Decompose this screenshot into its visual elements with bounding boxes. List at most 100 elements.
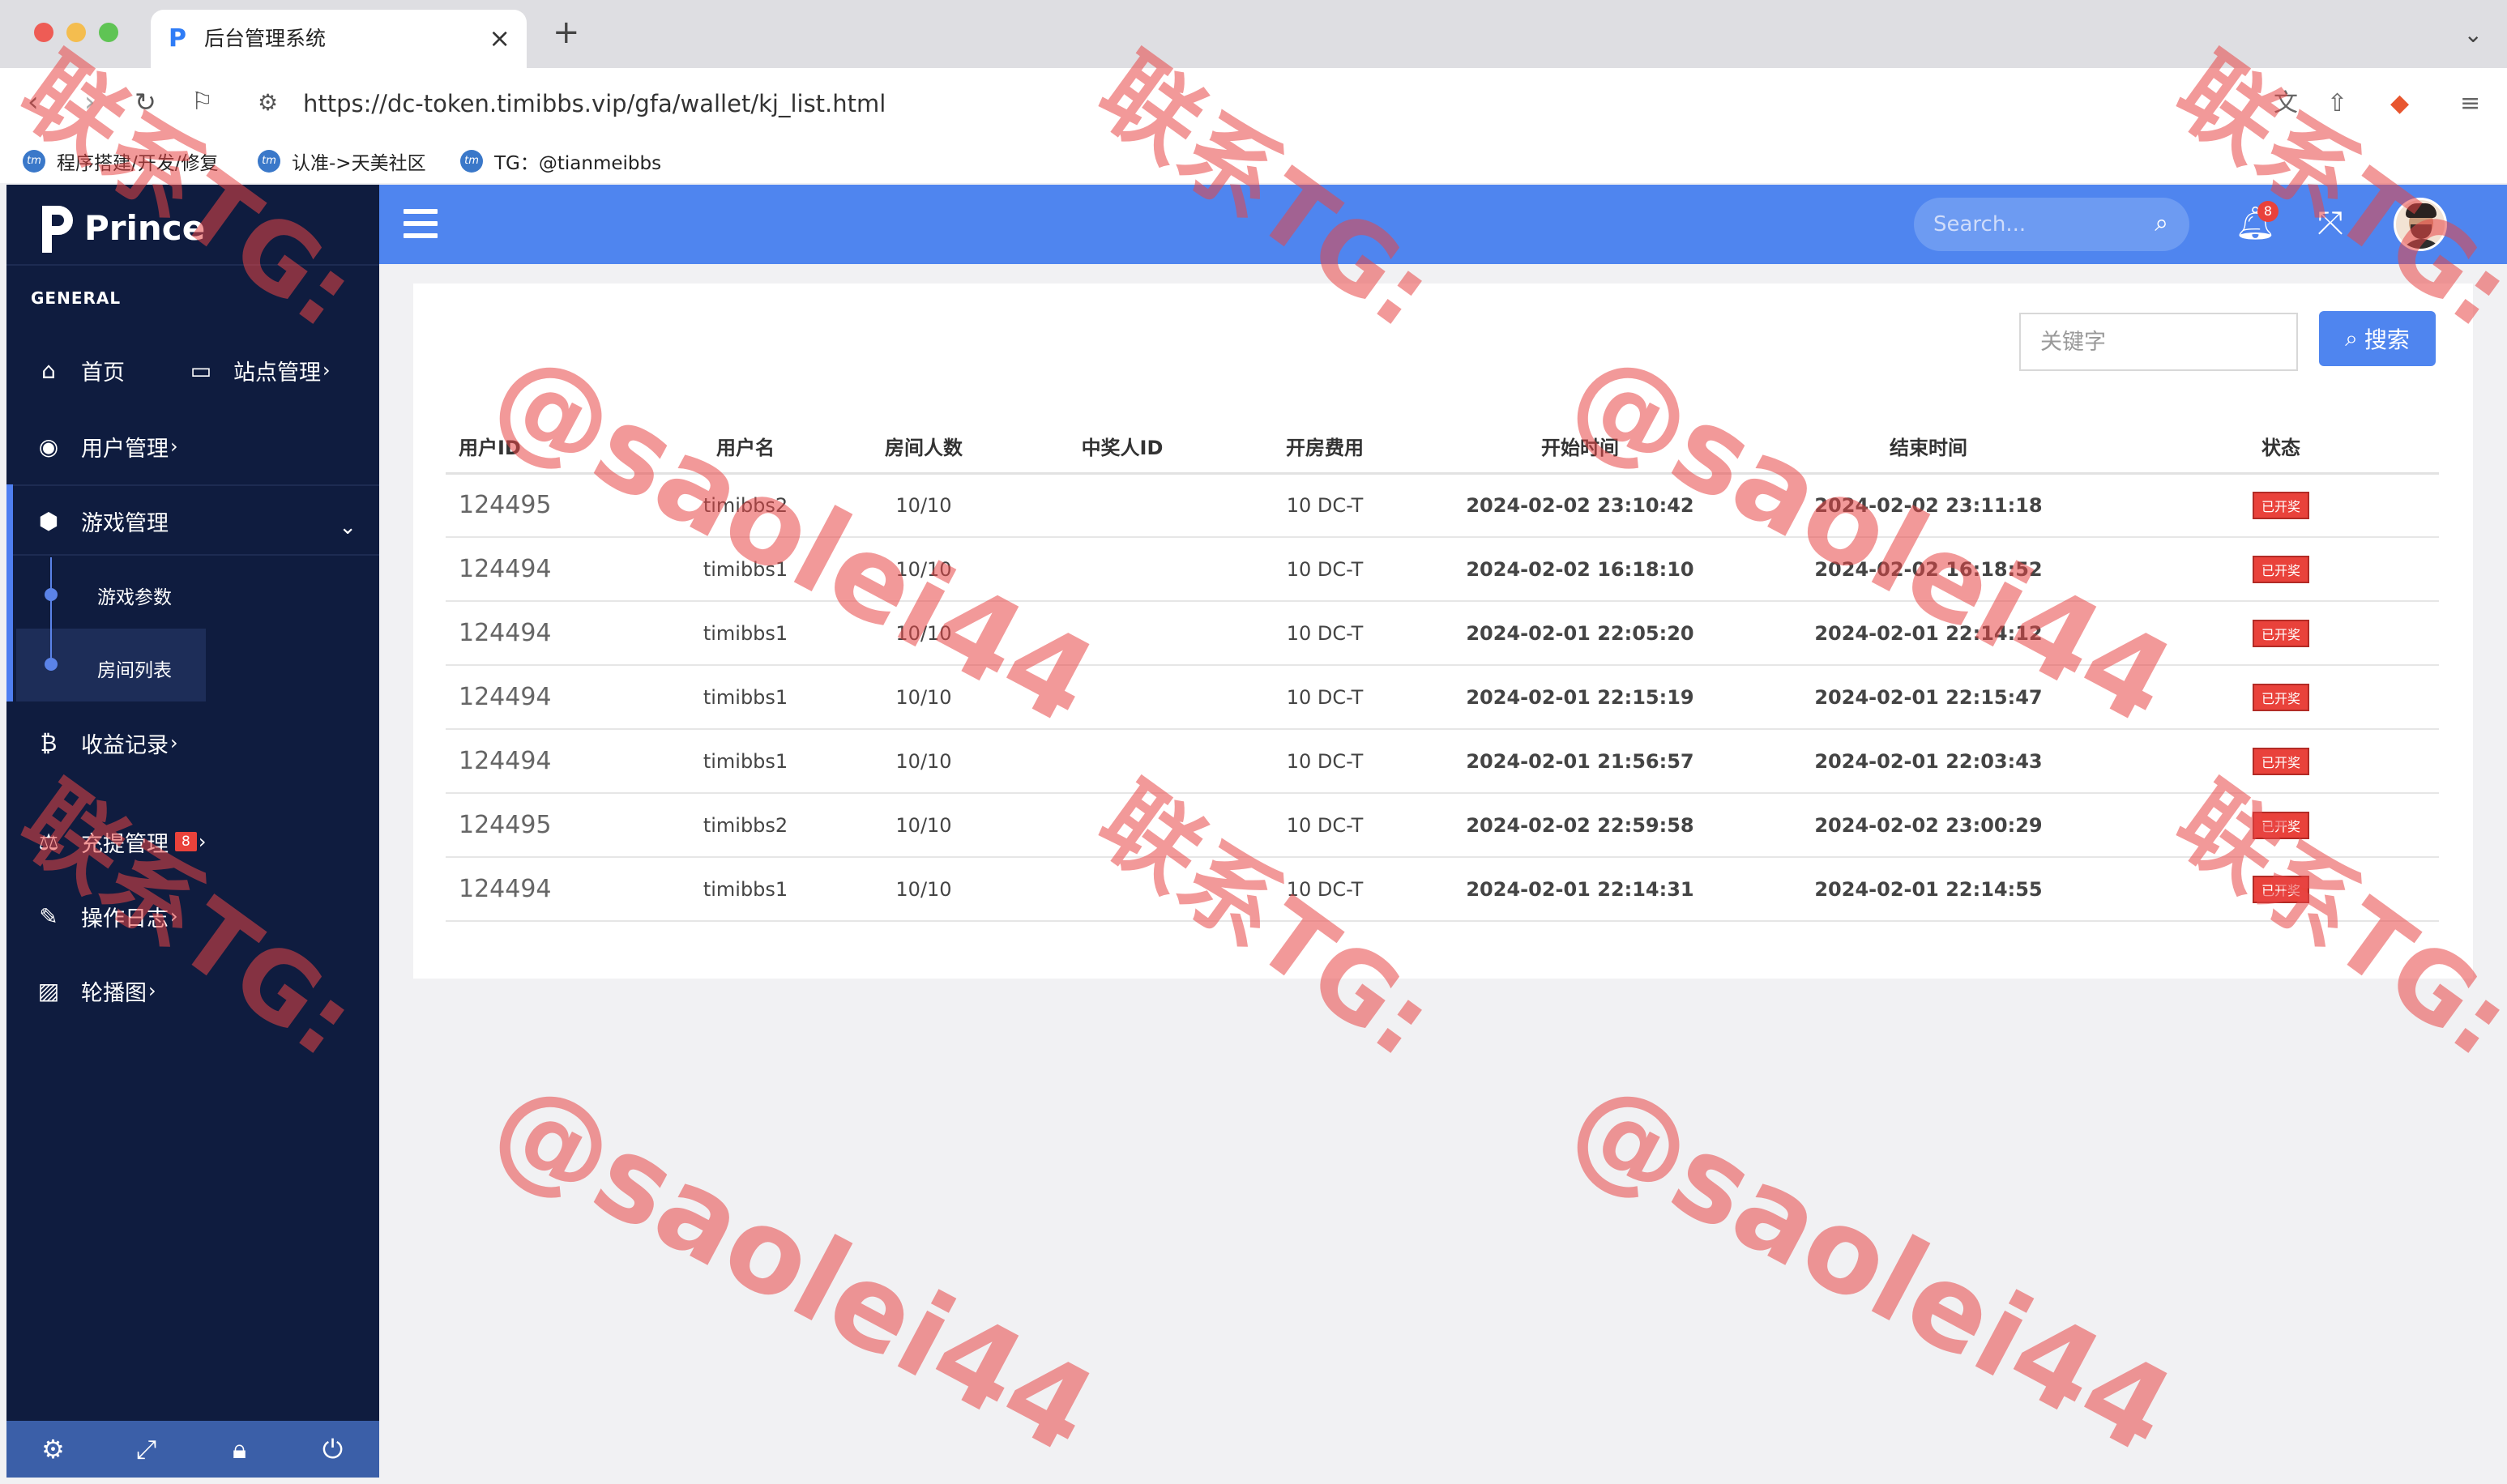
- status-badge: 已开奖: [2252, 811, 2309, 839]
- recharge-badge: 8: [175, 832, 197, 851]
- brand-logo[interactable]: Prince: [39, 199, 205, 256]
- cell-end-time: 2024-02-01 22:03:43: [1734, 729, 2123, 794]
- translate-icon[interactable]: 文: [2274, 89, 2298, 118]
- cell-winner-id: [1021, 601, 1224, 666]
- settings-gear-icon[interactable]: ⚙: [6, 1421, 100, 1478]
- browser-toolbar: ‹ › ↻ ⚐ ⚙ https://dc-token.timibbs.vip/g…: [0, 68, 2507, 139]
- brand-name: Prince: [84, 207, 206, 248]
- room-list-card: ⌕ 搜索 用户ID 用户名 房间人数 中奖人ID 开房费用 开始时间: [413, 284, 2473, 979]
- window-zoom-button[interactable]: [99, 23, 118, 42]
- main-content: ⌕ 搜索 用户ID 用户名 房间人数 中奖人ID 开房费用 开始时间: [379, 264, 2507, 1478]
- bookmark-item[interactable]: tm 认准->天美社区: [258, 146, 426, 177]
- keyword-input[interactable]: [2019, 313, 2298, 371]
- cell-end-time: 2024-02-02 23:00:29: [1734, 793, 2123, 858]
- cell-status: 已开奖: [2123, 601, 2439, 666]
- expand-icon[interactable]: ⤧: [2317, 206, 2343, 241]
- cube-icon: ⬢: [38, 507, 59, 535]
- home-icon: ⌂: [41, 356, 56, 384]
- sidebar-item-carousel[interactable]: ▨ 轮播图 ›: [34, 970, 156, 1011]
- sidebar-item-game-management[interactable]: ⬢ 游戏管理: [34, 501, 169, 541]
- column-header: 用户ID: [446, 412, 664, 475]
- chevron-down-icon[interactable]: ⌄: [339, 515, 357, 539]
- forward-icon[interactable]: ›: [84, 86, 96, 118]
- cell-status: 已开奖: [2123, 793, 2439, 858]
- browser-tab-active[interactable]: P 后台管理系统 ×: [151, 10, 527, 68]
- brave-shield-icon[interactable]: ◆: [2390, 89, 2409, 118]
- sidebar-footer: ⚙ ⤢ 🔒︎ ⏻: [6, 1421, 379, 1478]
- table-row: 124495 timibbs2 10/10 10 DC-T 2024-02-02 23:…: [446, 473, 2439, 538]
- address-bar[interactable]: ⚙ https://dc-token.timibbs.vip/gfa/walle…: [240, 78, 2436, 130]
- url-text: https://dc-token.timibbs.vip/gfa/wallet/…: [303, 90, 886, 117]
- cell-username: timibbs2: [664, 473, 826, 538]
- cell-username: timibbs2: [664, 793, 826, 858]
- window-close-button[interactable]: [34, 23, 53, 42]
- sidebar-item-home[interactable]: ⌂ 首页: [34, 350, 125, 390]
- cell-status: 已开奖: [2123, 857, 2439, 922]
- cell-room-size: 10/10: [826, 729, 1021, 794]
- header-search-input[interactable]: [1933, 209, 2144, 240]
- reload-icon[interactable]: ↻: [135, 86, 156, 118]
- cell-end-time: 2024-02-01 22:14:55: [1734, 857, 2123, 922]
- column-header: 状态: [2123, 412, 2439, 475]
- status-badge: 已开奖: [2252, 491, 2309, 519]
- table-row: 124495 timibbs2 10/10 10 DC-T 2024-02-02 22:…: [446, 793, 2439, 858]
- browser-tab-bar: P 后台管理系统 × + ⌄: [0, 0, 2507, 68]
- cell-start-time: 2024-02-02 22:59:58: [1426, 793, 1734, 858]
- browser-menu-icon[interactable]: ≡: [2460, 89, 2480, 118]
- cell-start-time: 2024-02-02 23:10:42: [1426, 473, 1734, 538]
- bookmark-favicon-icon: tm: [460, 150, 483, 173]
- column-header: 房间人数: [826, 412, 1021, 475]
- bookmark-icon[interactable]: ⚐: [191, 86, 213, 118]
- image-icon: ▨: [37, 977, 60, 1004]
- cell-user-id: 124495: [446, 793, 664, 858]
- cell-winner-id: [1021, 473, 1224, 538]
- share-icon[interactable]: ⇧: [2327, 89, 2347, 118]
- sidebar-heading: GENERAL: [31, 288, 122, 308]
- cell-user-id: 124494: [446, 537, 664, 602]
- new-tab-icon[interactable]: +: [553, 16, 580, 49]
- bookmark-item[interactable]: tm 程序搭建/开发/修复: [23, 146, 219, 177]
- search-icon[interactable]: ⌕: [2155, 209, 2168, 237]
- cell-winner-id: [1021, 537, 1224, 602]
- cell-start-time: 2024-02-02 16:18:10: [1426, 537, 1734, 602]
- tab-close-icon[interactable]: ×: [489, 24, 510, 52]
- table-row: 124494 timibbs1 10/10 10 DC-T 2024-02-01 22:…: [446, 857, 2439, 922]
- submenu-dot-icon: [45, 588, 58, 601]
- lock-icon[interactable]: 🔒︎: [193, 1421, 286, 1478]
- submenu-dot-icon: [45, 658, 58, 671]
- cell-room-fee: 10 DC-T: [1224, 857, 1426, 922]
- avatar[interactable]: [2394, 198, 2447, 251]
- back-icon[interactable]: ‹: [28, 86, 39, 118]
- cell-user-id: 124495: [446, 473, 664, 538]
- cell-username: timibbs1: [664, 665, 826, 730]
- fullscreen-icon[interactable]: ⤢: [100, 1421, 193, 1478]
- sidebar-subitem-game-params[interactable]: 游戏参数: [97, 582, 172, 609]
- monitor-icon: ▭: [190, 356, 212, 384]
- cell-user-id: 124494: [446, 729, 664, 794]
- cell-end-time: 2024-02-02 16:18:52: [1734, 537, 2123, 602]
- cell-username: timibbs1: [664, 857, 826, 922]
- user-circle-icon: ◉: [38, 433, 59, 460]
- window-minimize-button[interactable]: [66, 23, 86, 42]
- bookmark-item[interactable]: tm TG：@tianmeibbs: [460, 146, 661, 177]
- cell-room-fee: 10 DC-T: [1224, 665, 1426, 730]
- power-icon[interactable]: ⏻: [286, 1421, 379, 1478]
- sidebar-item-user-management[interactable]: ◉ 用户管理 ›: [34, 426, 178, 467]
- tab-list-chevron-icon[interactable]: ⌄: [2464, 21, 2483, 48]
- sidebar-subitem-room-list[interactable]: 房间列表: [97, 655, 172, 682]
- bitcoin-icon: ₿: [40, 729, 58, 757]
- site-settings-icon[interactable]: ⚙: [258, 89, 278, 116]
- cell-room-size: 10/10: [826, 601, 1021, 666]
- cell-username: timibbs1: [664, 537, 826, 602]
- search-button[interactable]: ⌕ 搜索: [2319, 311, 2436, 366]
- table-row: 124494 timibbs1 10/10 10 DC-T 2024-02-01 22:…: [446, 601, 2439, 666]
- table-row: 124494 timibbs1 10/10 10 DC-T 2024-02-01 21:…: [446, 729, 2439, 794]
- cell-status: 已开奖: [2123, 537, 2439, 602]
- cell-room-fee: 10 DC-T: [1224, 473, 1426, 538]
- sidebar-item-income-records[interactable]: ₿ 收益记录 ›: [34, 723, 178, 763]
- sidebar-item-site-management[interactable]: ▭ 站点管理 ›: [186, 350, 331, 390]
- sidebar-item-operation-log[interactable]: ✎ 操作日志 ›: [34, 896, 177, 936]
- table-header-row: 用户ID 用户名 房间人数 中奖人ID 开房费用 开始时间 结束时间 状态: [446, 412, 2439, 475]
- hamburger-menu-icon[interactable]: [404, 209, 438, 238]
- sidebar-item-recharge-withdraw[interactable]: ⚖ 充提管理 8 ›: [34, 821, 206, 862]
